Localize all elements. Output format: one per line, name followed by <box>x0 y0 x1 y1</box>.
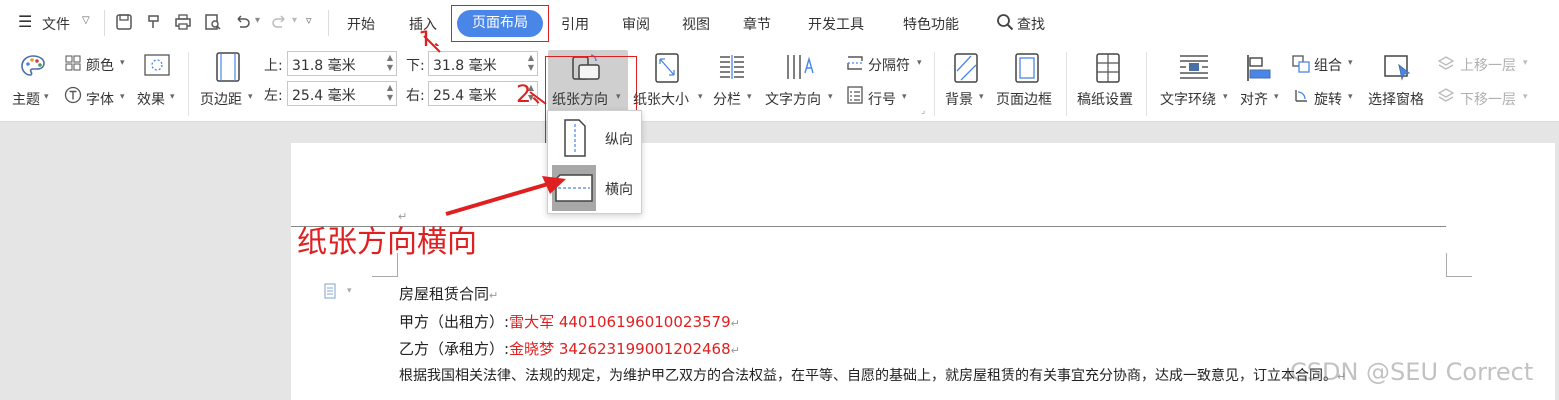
step2-pointer <box>529 91 547 105</box>
step1-pointer <box>423 35 441 53</box>
landscape-arrow <box>445 182 549 216</box>
annotation-arrows <box>423 35 566 216</box>
